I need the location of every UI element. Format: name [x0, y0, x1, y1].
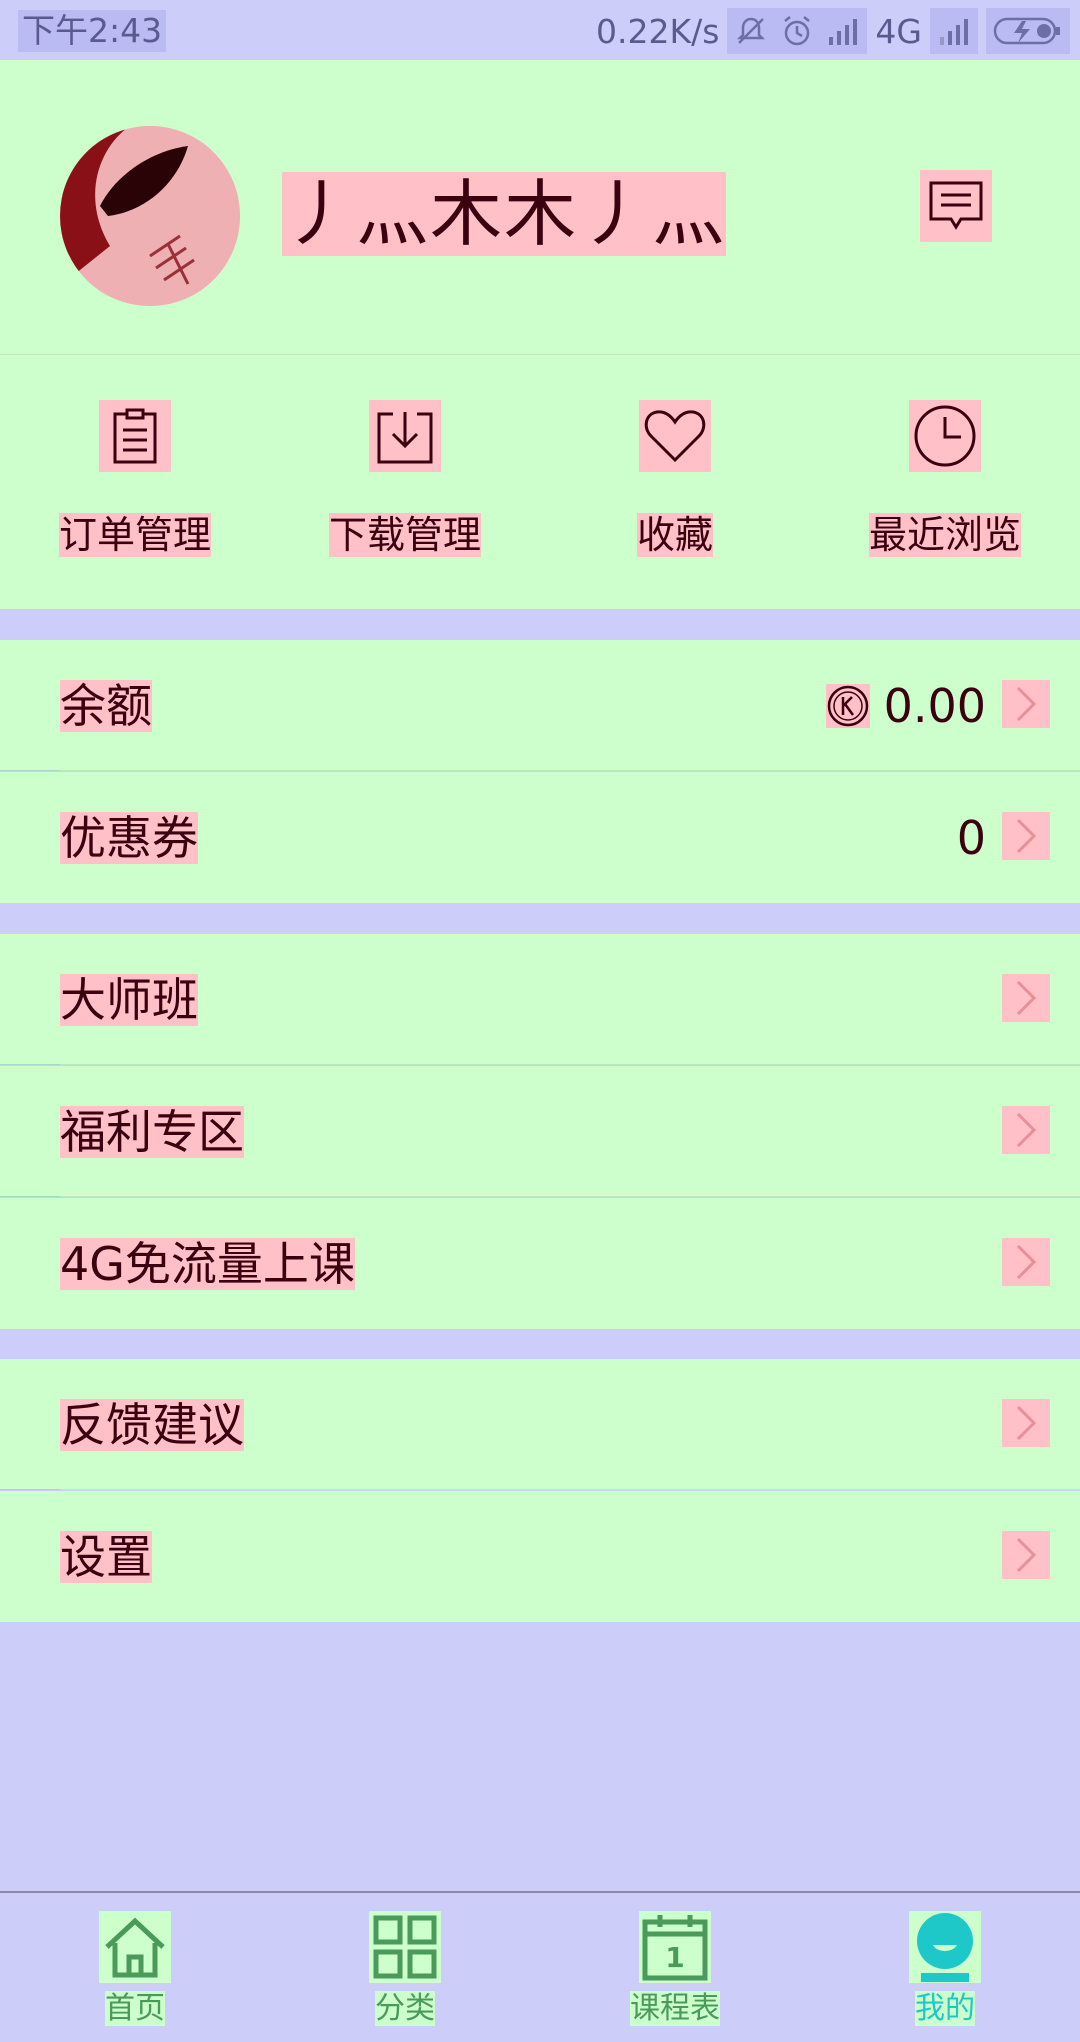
status-icons: 0.22K/s 4G	[596, 8, 1070, 54]
signal-2-icon	[940, 19, 968, 45]
profile-header: 丿灬木木丿灬	[0, 60, 1080, 354]
home-icon	[99, 1911, 171, 1983]
quick-action-label: 订单管理	[58, 513, 211, 557]
masterclass-row[interactable]: 大师班	[0, 934, 1080, 1065]
avatar[interactable]	[60, 126, 240, 306]
free-data-label: 4G免流量上课	[60, 1236, 355, 1291]
balance-label: 余额	[60, 678, 152, 733]
separator	[60, 1064, 1080, 1065]
separator	[60, 1489, 1080, 1490]
calendar-day: 1	[665, 1941, 684, 1974]
coupon-label: 优惠券	[60, 810, 198, 865]
net-speed: 0.22K/s	[595, 11, 720, 51]
alarm-icon	[784, 16, 811, 46]
nav-label: 首页	[105, 1991, 165, 2026]
avatar-image	[60, 126, 240, 306]
separator	[0, 770, 60, 771]
recent-browsing-button[interactable]: 最近浏览	[810, 355, 1080, 609]
free-data-row[interactable]: 4G免流量上课	[0, 1198, 1080, 1329]
network-type: 4G	[875, 11, 922, 51]
masterclass-label: 大师班	[60, 972, 198, 1027]
nav-home[interactable]: 首页	[0, 1893, 270, 2042]
status-icon-group	[727, 8, 868, 54]
quick-action-label: 最近浏览	[868, 513, 1021, 557]
username: 丿灬木木丿灬	[282, 172, 727, 256]
clipboard-icon	[99, 400, 171, 472]
coupon-row[interactable]: 优惠券 0	[0, 772, 1080, 903]
nav-category[interactable]: 分类	[270, 1893, 540, 2042]
calendar-icon: 1	[639, 1911, 711, 1983]
chevron-right-icon	[1002, 1238, 1050, 1286]
download-icon	[369, 400, 441, 472]
battery-charging-icon	[993, 17, 1060, 45]
balance-row[interactable]: 余额 0.00	[0, 640, 1080, 771]
separator	[0, 1196, 60, 1197]
nav-label: 分类	[375, 1991, 435, 2026]
download-management-button[interactable]: 下载管理	[270, 355, 540, 609]
chevron-right-icon	[1002, 1106, 1050, 1154]
quick-action-label: 下载管理	[328, 513, 481, 557]
mute-icon	[737, 17, 766, 44]
separator	[0, 1489, 60, 1490]
nav-mine[interactable]: 我的	[810, 1893, 1080, 2042]
feedback-row[interactable]: 反馈建议	[0, 1359, 1080, 1490]
favorites-button[interactable]: 收藏	[540, 355, 810, 609]
welfare-label: 福利专区	[60, 1104, 244, 1159]
quick-actions: 订单管理 下载管理 收藏 最近浏览	[0, 355, 1080, 609]
separator	[60, 1196, 1080, 1197]
heart-icon	[639, 400, 711, 472]
profile-icon	[909, 1911, 981, 1983]
order-management-button[interactable]: 订单管理	[0, 355, 270, 609]
quick-action-label: 收藏	[636, 513, 713, 557]
status-time: 下午2:43	[18, 10, 167, 52]
chevron-right-icon	[1002, 974, 1050, 1022]
nav-label: 我的	[915, 1991, 975, 2026]
bottom-nav: 首页 分类 1 课程表 我的	[0, 1891, 1080, 2042]
message-button[interactable]	[920, 170, 992, 242]
coin-icon	[825, 683, 870, 728]
clock-icon	[909, 400, 981, 472]
message-icon	[929, 181, 983, 230]
grid-icon	[369, 1911, 441, 1983]
balance-value: 0.00	[883, 678, 986, 733]
chevron-right-icon	[1002, 1531, 1050, 1579]
nav-label: 课程表	[630, 1991, 720, 2026]
welfare-row[interactable]: 福利专区	[0, 1066, 1080, 1197]
settings-label: 设置	[60, 1529, 152, 1584]
separator	[60, 770, 1080, 771]
chevron-right-icon	[1002, 1399, 1050, 1447]
chevron-right-icon	[1002, 812, 1050, 860]
battery-box	[986, 8, 1070, 54]
separator	[0, 1064, 60, 1065]
balance-value-group: 0.00	[825, 640, 986, 771]
nav-schedule[interactable]: 1 课程表	[540, 1893, 810, 2042]
coupon-value: 0	[956, 810, 986, 865]
chevron-right-icon	[1002, 680, 1050, 728]
signal-icon	[829, 19, 858, 45]
feedback-label: 反馈建议	[60, 1397, 244, 1452]
settings-row[interactable]: 设置	[0, 1491, 1080, 1622]
status-bar: 下午2:43 0.22K/s 4G	[0, 0, 1080, 60]
signal-2-box	[930, 8, 978, 54]
